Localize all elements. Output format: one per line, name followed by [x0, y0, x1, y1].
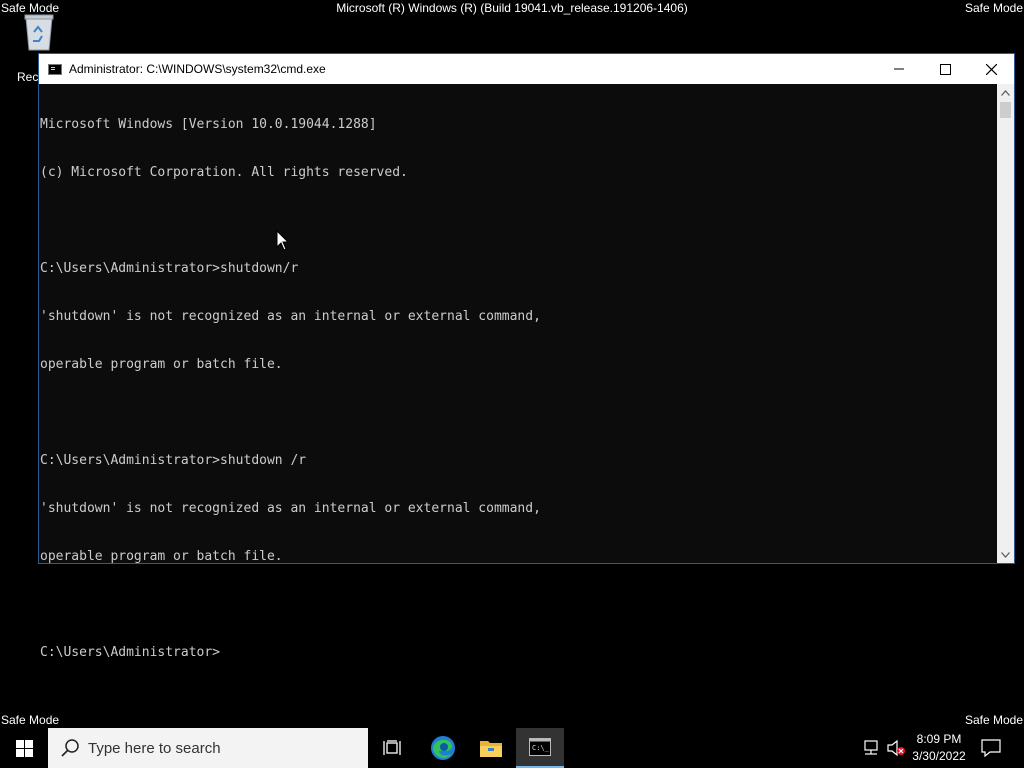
desktop: Safe Mode Safe Mode Microsoft (R) Window… [0, 0, 1024, 768]
minimize-icon [894, 68, 904, 70]
notification-icon[interactable] [980, 738, 1002, 758]
vertical-scrollbar[interactable] [997, 84, 1014, 563]
task-view-button[interactable] [368, 728, 416, 768]
file-explorer-button[interactable] [467, 728, 515, 768]
safe-mode-label-bottom-left: Safe Mode [1, 713, 60, 727]
windows-start-icon [15, 739, 33, 757]
console-prompt-line[interactable]: C:\Users\Administrator> [40, 645, 999, 661]
build-info: Microsoft (R) Windows (R) (Build 19041.v… [336, 1, 688, 15]
scroll-down-button[interactable] [997, 546, 1014, 563]
edge-icon [431, 736, 455, 760]
svg-text:C:\_: C:\_ [532, 744, 550, 752]
console-output[interactable]: Microsoft Windows [Version 10.0.19044.12… [39, 84, 999, 660]
console-line: operable program or batch file. [40, 357, 283, 372]
search-placeholder: Type here to search [88, 739, 221, 757]
console-line: (c) Microsoft Corporation. All rights re… [40, 165, 408, 180]
title-bar[interactable]: Administrator: C:\WINDOWS\system32\cmd.e… [39, 54, 1014, 84]
cmd-taskbar-button[interactable]: C:\_ [516, 728, 564, 768]
scroll-up-button[interactable] [997, 84, 1014, 101]
cmd-icon: C:\_ [529, 738, 551, 756]
console-line: C:\Users\Administrator>shutdown/r [40, 261, 299, 276]
clock-time: 8:09 PM [916, 732, 962, 746]
taskbar-search-box[interactable]: Type here to search [48, 728, 368, 768]
chevron-up-icon [1001, 89, 1010, 96]
task-view-icon [383, 740, 401, 755]
close-button[interactable] [968, 54, 1014, 84]
maximize-button[interactable] [922, 54, 968, 84]
system-clock[interactable]: 8:09 PM 3/30/2022 [908, 731, 970, 765]
cmd-icon [48, 63, 62, 75]
maximize-icon [939, 63, 951, 75]
cmd-window[interactable]: Administrator: C:\WINDOWS\system32\cmd.e… [38, 53, 1015, 660]
scroll-thumb[interactable] [1000, 102, 1011, 118]
console-line: 'shutdown' is not recognized as an inter… [40, 501, 541, 516]
console-line: 'shutdown' is not recognized as an inter… [40, 309, 541, 324]
mouse-pointer-icon [276, 230, 290, 251]
console-line: C:\Users\Administrator>shutdown /r [40, 453, 307, 468]
console-line: Microsoft Windows [Version 10.0.19044.12… [40, 117, 377, 132]
minimize-button[interactable] [876, 54, 922, 84]
search-icon [61, 739, 79, 757]
taskbar: Type here to search C:\_ 8:09 PM 3/30/20… [0, 728, 1024, 768]
console-line: operable program or batch file. [40, 549, 283, 564]
file-explorer-icon [480, 741, 502, 757]
chevron-down-icon [1001, 551, 1010, 558]
edge-button[interactable] [419, 728, 467, 768]
window-title: Administrator: C:\WINDOWS\system32\cmd.e… [69, 62, 326, 76]
recycle-bin-icon [24, 14, 54, 51]
start-button[interactable] [0, 728, 48, 768]
network-icon[interactable] [862, 739, 880, 757]
safe-mode-label-bottom-right: Safe Mode [964, 713, 1023, 727]
close-icon [985, 63, 997, 75]
volume-muted-icon[interactable] [886, 739, 906, 757]
clock-date: 3/30/2022 [912, 749, 966, 763]
